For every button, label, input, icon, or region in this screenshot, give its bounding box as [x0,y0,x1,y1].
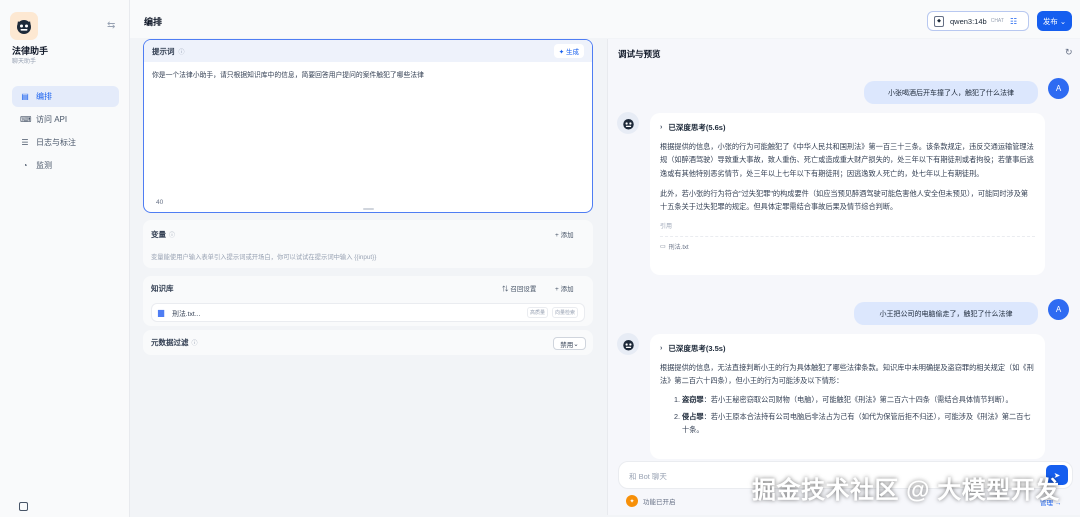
generate-button[interactable]: ✦ 生成 [553,44,584,58]
debug-preview-panel: 调试与预览 ↻ 小张喝酒后开车撞了人，触犯了什么法律 A › 已深度思考(5.6s… [607,39,1080,515]
info-icon: ⓘ [178,49,185,56]
select-value: 禁用 [560,341,574,349]
model-name: qwen3:14b [950,16,987,26]
metadata-filter-select[interactable]: 禁用 ⌄ [553,337,586,350]
list-term: 盗窃罪 [682,394,704,404]
generate-label: 生成 [566,49,579,56]
app-avatar-icon [10,12,38,40]
bot-message: › 已深度思考(3.5s) 根据提供的信息，无法直接判断小王的行为具体触犯了哪些法… [650,334,1045,459]
prompt-header: 提示词 ⓘ ✦ 生成 [144,40,592,62]
chevron-right-icon: › [660,345,663,352]
topbar: 编排 ◆ qwen3:14b CHAT ☷ 发布 ⌄ [130,0,1080,38]
monitor-icon: ◔ [22,161,28,170]
thinking-label: 已深度思考(3.5s) [668,344,726,353]
log-icon: ☰ [21,138,29,147]
bot-avatar-icon [617,333,639,355]
variables-title-text: 变量 [151,230,166,239]
sidebar-item-logs[interactable]: ☰ 日志与标注 [12,132,119,153]
knowledge-item[interactable]: ▆ 刑法.txt... 高质量 向量检索 [151,303,585,322]
list-term: 侵占罪 [682,411,704,421]
citation-file[interactable]: ▭ 刑法.txt [660,236,1035,251]
thinking-toggle[interactable]: › 已深度思考(5.6s) [660,122,1035,133]
watermark: 掘金技术社区 @ 大模型开发 [752,477,1060,504]
feature-icon: ✦ [626,495,638,507]
citation-file-name: 刑法.txt [668,245,689,252]
sidebar-item-api[interactable]: ⌨ 访问 API [12,109,119,130]
citation-label: 引用 [660,224,673,231]
recall-settings-button[interactable]: ⇅ 召回设置 [502,283,536,293]
answer-paragraph: 根据提供的信息，无法直接判断小王的行为具体触犯了哪些法律条款。知识库中未明确提及… [660,363,1034,386]
user-avatar: A [1048,299,1069,320]
prompt-editor[interactable]: 提示词 ⓘ ✦ 生成 你是一个法律小助手，请只根据知识库中的信息，简要回答用户提问… [143,39,593,213]
list-text: ：若小王原本合法持有公司电脑后非法占为己有（如代为保管后拒不归还），可能涉及《刑… [682,411,1031,435]
layout-icon: ▤ [21,92,29,101]
sidebar-item-label: 编排 [36,92,52,101]
sidebar-item-orchestrate[interactable]: ▤ 编排 [12,86,119,107]
sidebar-item-label: 日志与标注 [36,138,76,147]
metadata-filter-section: 元数据过滤 ⓘ 禁用 ⌄ [143,330,593,355]
sidebar-item-label: 访问 API [36,115,68,124]
variables-title: 变量 ⓘ [151,229,175,240]
resize-handle[interactable] [363,208,374,210]
bot-message: › 已深度思考(5.6s) 根据提供的信息，小张的行为可能触犯了《中华人民共和国刑… [650,113,1045,275]
add-label: 添加 [560,232,574,239]
user-message: 小张喝酒后开车撞了人，触犯了什么法律 [864,81,1038,104]
variables-section: 变量 ⓘ + 添加 变量能使用户输入表单引入提示词或开场白，你可以试试在提示词中输… [143,220,593,268]
preview-title: 调试与预览 [618,49,661,59]
settings-sliders-icon[interactable]: ☷ [1010,17,1017,26]
prompt-textarea[interactable]: 你是一个法律小助手，请只根据知识库中的信息，简要回答用户提问的案件触犯了哪些法律 [144,62,592,89]
page-title: 编排 [144,17,163,27]
app-root: ⇆ 法律助手 聊天助手 ▤ 编排 ⌨ 访问 API ☰ 日志与标注 ◔ 监测 编排 ◆ … [0,0,1080,517]
metadata-title-text: 元数据过滤 [151,338,189,347]
sidebar-item-label: 监测 [36,161,52,170]
metadata-title: 元数据过滤 ⓘ [151,337,198,348]
info-icon: ⓘ [169,233,176,239]
model-selector-button[interactable]: ◆ qwen3:14b CHAT ☷ [927,11,1029,31]
bot-avatar-icon [617,112,639,134]
chevron-right-icon: › [660,124,663,131]
variables-description: 变量能使用户输入表单引入提示词或开场白，你可以试试在提示词中输入 {{input… [151,254,377,261]
sidebar-item-monitor[interactable]: ◔ 监测 [12,155,119,176]
model-chip-icon: ◆ [934,15,944,27]
info-icon: ⓘ [191,341,198,347]
list-text: ：若小王秘密窃取公司财物（电脑），可能触犯《刑法》第二百六十四条（需结合具体情节… [703,394,1013,404]
sidebar-collapse-icon[interactable]: ⇆ [107,20,115,31]
prompt-title: 提示词 [152,46,175,56]
refresh-icon[interactable]: ↻ [1065,47,1073,58]
answer-paragraph: 根据提供的信息，小张的行为可能触犯了《中华人民共和国刑法》第一百三十三条。该条款… [660,142,1034,178]
answer-list: 盗窃罪：若小王秘密窃取公司财物（电脑），可能触犯《刑法》第二百六十四条（需结合具… [660,393,1035,437]
publish-button[interactable]: 发布 ⌄ [1037,11,1072,31]
kb-tag: 高质量 [526,307,548,318]
answer-paragraph: 此外，若小张的行为符合"过失犯罪"的构成要件（如应当预见醉酒驾驶可能危害他人安全… [660,188,1029,212]
sidebar: ⇆ 法律助手 聊天助手 ▤ 编排 ⌨ 访问 API ☰ 日志与标注 ◔ 监测 [0,0,130,517]
list-item: 侵占罪：若小王原本合法持有公司电脑后非法占为己有（如代为保管后拒不归还），可能涉… [682,410,1035,437]
recall-label: 召回设置 [510,286,537,293]
feature-label: 功能已开启 [643,499,676,506]
file-icon: ▭ [660,244,666,251]
user-avatar: A [1048,78,1069,99]
folder-icon: ▆ [158,308,165,317]
user-message: 小王把公司的电脑偷走了，触犯了什么法律 [854,302,1038,325]
add-knowledge-button[interactable]: + 添加 [555,283,574,293]
thinking-toggle[interactable]: › 已深度思考(3.5s) [660,343,1035,354]
expand-panel-icon[interactable] [19,502,28,511]
knowledge-section: 知识库 ⇅ 召回设置 + 添加 ▆ 刑法.txt... 高质量 向量检索 [143,276,593,326]
knowledge-title: 知识库 [151,284,174,293]
thinking-label: 已深度思考(5.6s) [668,123,726,132]
add-label: 添加 [560,286,574,293]
knowledge-item-name: 刑法.txt... [172,310,201,318]
model-mode: CHAT [990,18,1004,24]
add-variable-button[interactable]: + 添加 [555,229,574,239]
list-item: 盗窃罪：若小王秘密窃取公司财物（电脑），可能触犯《刑法》第二百六十四条（需结合具… [682,393,1035,406]
sidebar-nav: ▤ 编排 ⌨ 访问 API ☰ 日志与标注 ◔ 监测 [12,86,119,178]
publish-label: 发布 [1042,16,1058,26]
app-type: 聊天助手 [12,59,37,65]
prompt-char-count: 40 [156,199,164,206]
kb-tag: 向量检索 [551,307,578,318]
api-icon: ⌨ [20,115,32,124]
